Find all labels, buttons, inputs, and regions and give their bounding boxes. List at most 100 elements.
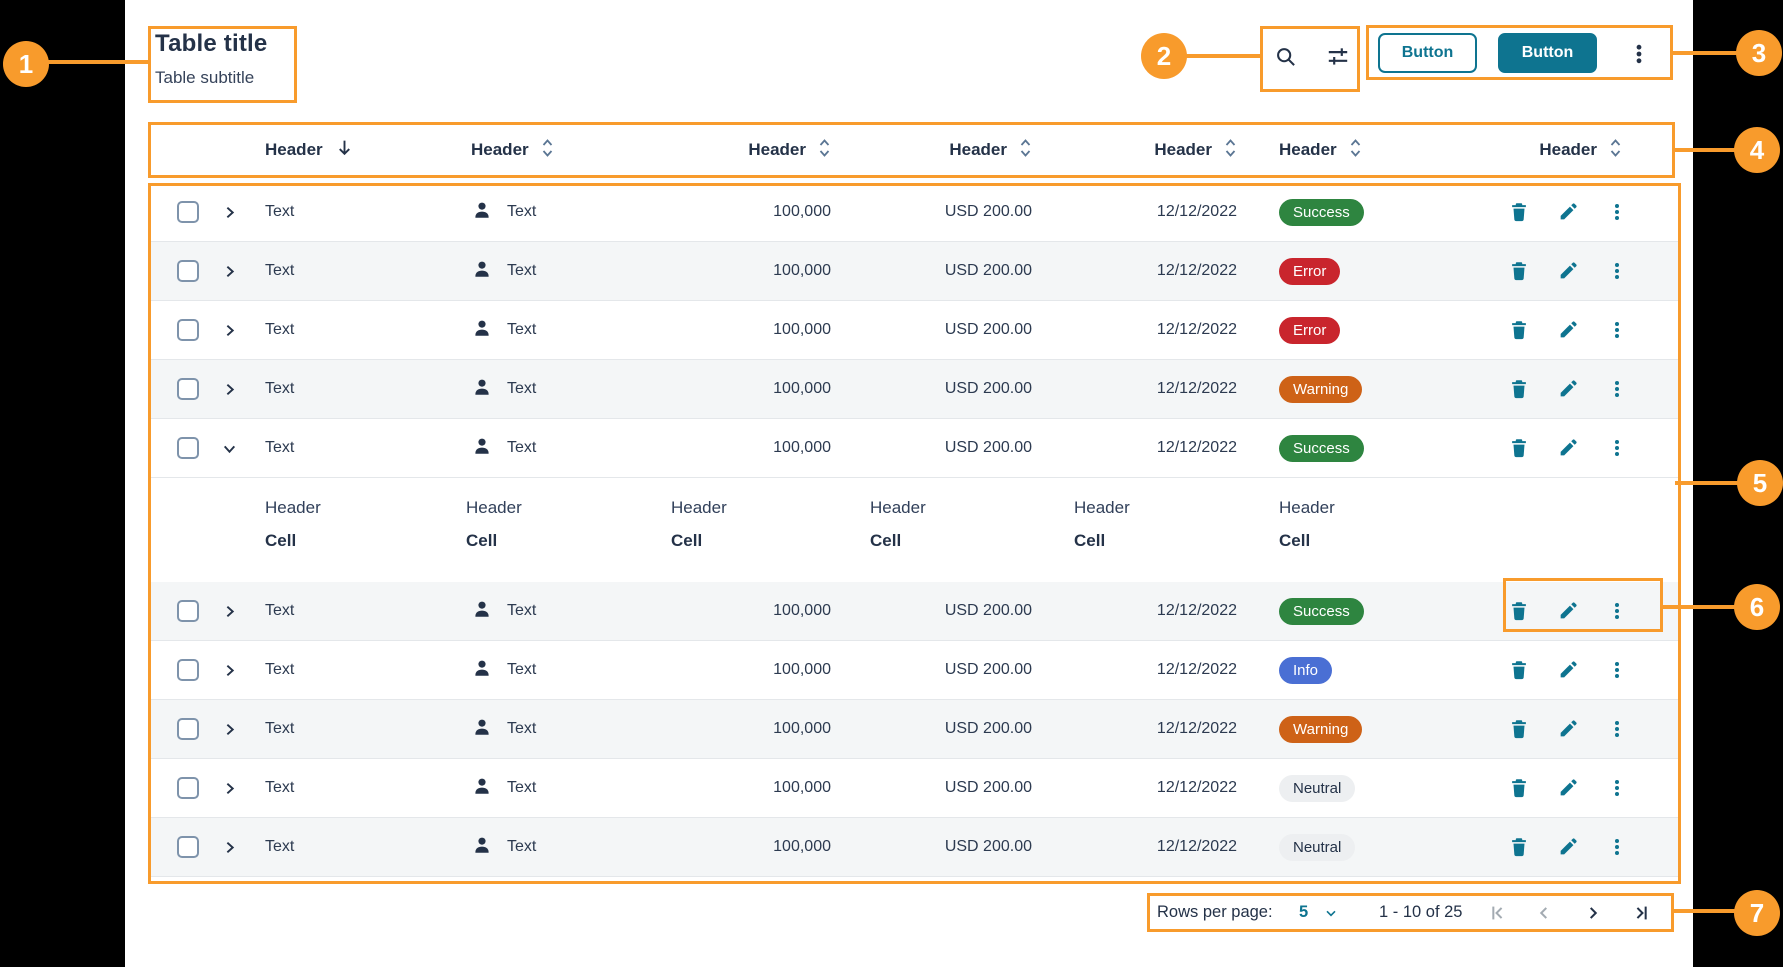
- table-title: Table title: [155, 30, 267, 58]
- row-overflow-icon[interactable]: [1606, 201, 1628, 223]
- cell-actions: [1415, 777, 1681, 799]
- expand-row-chevron-right-icon[interactable]: [220, 779, 238, 797]
- expand-row-chevron-right-icon[interactable]: [220, 661, 238, 679]
- primary-button[interactable]: Button: [1498, 33, 1597, 73]
- cell-number: 100,000: [685, 380, 831, 398]
- sort-carets-icon: [1224, 137, 1237, 164]
- cell-actions: [1415, 378, 1681, 400]
- edit-icon[interactable]: [1557, 201, 1579, 223]
- row-overflow-icon[interactable]: [1606, 777, 1628, 799]
- column-sort-control[interactable]: Header: [1279, 137, 1362, 164]
- edit-icon[interactable]: [1557, 718, 1579, 740]
- column-sort-control[interactable]: Header: [949, 137, 1032, 164]
- person-icon: [471, 834, 493, 861]
- row-overflow-icon[interactable]: [1606, 378, 1628, 400]
- cell-text: Text: [248, 439, 465, 457]
- row-checkbox[interactable]: [177, 659, 199, 681]
- overflow-menu-icon[interactable]: [1627, 42, 1651, 66]
- delete-icon[interactable]: [1508, 836, 1530, 858]
- row-overflow-icon[interactable]: [1606, 659, 1628, 681]
- column-sort-control[interactable]: Header: [1539, 137, 1622, 164]
- edit-icon[interactable]: [1557, 437, 1579, 459]
- edit-icon[interactable]: [1557, 378, 1579, 400]
- row-checkbox[interactable]: [177, 201, 199, 223]
- detail-column: HeaderCell: [870, 498, 926, 551]
- delete-icon[interactable]: [1508, 437, 1530, 459]
- expand-row-chevron-right-icon[interactable]: [220, 380, 238, 398]
- person-icon: [471, 317, 493, 344]
- callout-5: 5: [1737, 460, 1783, 506]
- callout-6: 6: [1734, 584, 1780, 630]
- row-overflow-icon[interactable]: [1606, 836, 1628, 858]
- next-page-icon[interactable]: [1582, 893, 1604, 932]
- edit-icon[interactable]: [1557, 836, 1579, 858]
- user-label: Text: [507, 203, 536, 221]
- row-overflow-icon[interactable]: [1606, 437, 1628, 459]
- row-overflow-icon[interactable]: [1606, 319, 1628, 341]
- table-row: TextText100,000USD 200.0012/12/2022Succe…: [148, 582, 1681, 641]
- column-sort-control[interactable]: Header: [748, 137, 831, 164]
- row-checkbox[interactable]: [177, 260, 199, 282]
- cell-actions: [1415, 718, 1681, 740]
- row-checkbox[interactable]: [177, 437, 199, 459]
- cell-user: Text: [465, 657, 685, 684]
- delete-icon[interactable]: [1508, 777, 1530, 799]
- edit-icon[interactable]: [1557, 777, 1579, 799]
- row-overflow-icon[interactable]: [1606, 600, 1628, 622]
- search-icon[interactable]: [1273, 44, 1299, 70]
- first-page-icon[interactable]: [1486, 893, 1508, 932]
- collapse-row-chevron-down-icon[interactable]: [220, 439, 238, 457]
- column-sort-control[interactable]: Header: [471, 137, 554, 164]
- settings-adjust-icon[interactable]: [1325, 44, 1351, 70]
- person-icon: [471, 775, 493, 802]
- last-page-icon[interactable]: [1631, 893, 1653, 932]
- edit-icon[interactable]: [1557, 319, 1579, 341]
- delete-icon[interactable]: [1508, 260, 1530, 282]
- expand-row-chevron-right-icon[interactable]: [220, 720, 238, 738]
- delete-icon[interactable]: [1508, 378, 1530, 400]
- secondary-button[interactable]: Button: [1378, 33, 1477, 73]
- edit-icon[interactable]: [1557, 659, 1579, 681]
- column-sort-control[interactable]: Header: [265, 138, 354, 162]
- delete-icon[interactable]: [1508, 201, 1530, 223]
- row-overflow-icon[interactable]: [1606, 718, 1628, 740]
- table-row: TextText100,000USD 200.0012/12/2022Error: [148, 242, 1681, 301]
- delete-icon[interactable]: [1508, 319, 1530, 341]
- row-checkbox[interactable]: [177, 378, 199, 400]
- rows-per-page-label: Rows per page:: [1157, 893, 1273, 932]
- previous-page-icon[interactable]: [1533, 893, 1555, 932]
- cell-user: Text: [465, 317, 685, 344]
- edit-icon[interactable]: [1557, 600, 1579, 622]
- cell-checkbox: [148, 718, 210, 740]
- cell-expand: [210, 439, 248, 457]
- expand-row-chevron-right-icon[interactable]: [220, 321, 238, 339]
- table-body: TextText100,000USD 200.0012/12/2022Succe…: [148, 183, 1681, 877]
- column-sort-control[interactable]: Header: [1154, 137, 1237, 164]
- status-badge: Success: [1279, 598, 1364, 625]
- row-checkbox[interactable]: [177, 319, 199, 341]
- chevron-down-icon[interactable]: [1323, 893, 1339, 932]
- rows-per-page-select[interactable]: 5: [1299, 893, 1308, 932]
- expand-row-chevron-right-icon[interactable]: [220, 203, 238, 221]
- expand-row-chevron-right-icon[interactable]: [220, 838, 238, 856]
- edit-icon[interactable]: [1557, 260, 1579, 282]
- cell-amount: USD 200.00: [831, 602, 1032, 620]
- status-badge: Error: [1279, 317, 1340, 344]
- row-overflow-icon[interactable]: [1606, 260, 1628, 282]
- cell-status: Error: [1237, 258, 1415, 285]
- delete-icon[interactable]: [1508, 718, 1530, 740]
- detail-column: HeaderCell: [1074, 498, 1130, 551]
- user-label: Text: [507, 602, 536, 620]
- delete-icon[interactable]: [1508, 600, 1530, 622]
- table-row: TextText100,000USD 200.0012/12/2022Neutr…: [148, 759, 1681, 818]
- expand-row-chevron-right-icon[interactable]: [220, 262, 238, 280]
- expand-row-chevron-right-icon[interactable]: [220, 602, 238, 620]
- sort-carets-icon: [1349, 137, 1362, 164]
- row-checkbox[interactable]: [177, 777, 199, 799]
- delete-icon[interactable]: [1508, 659, 1530, 681]
- table-subtitle: Table subtitle: [155, 68, 267, 88]
- row-checkbox[interactable]: [177, 718, 199, 740]
- person-icon: [471, 199, 493, 226]
- row-checkbox[interactable]: [177, 600, 199, 622]
- row-checkbox[interactable]: [177, 836, 199, 858]
